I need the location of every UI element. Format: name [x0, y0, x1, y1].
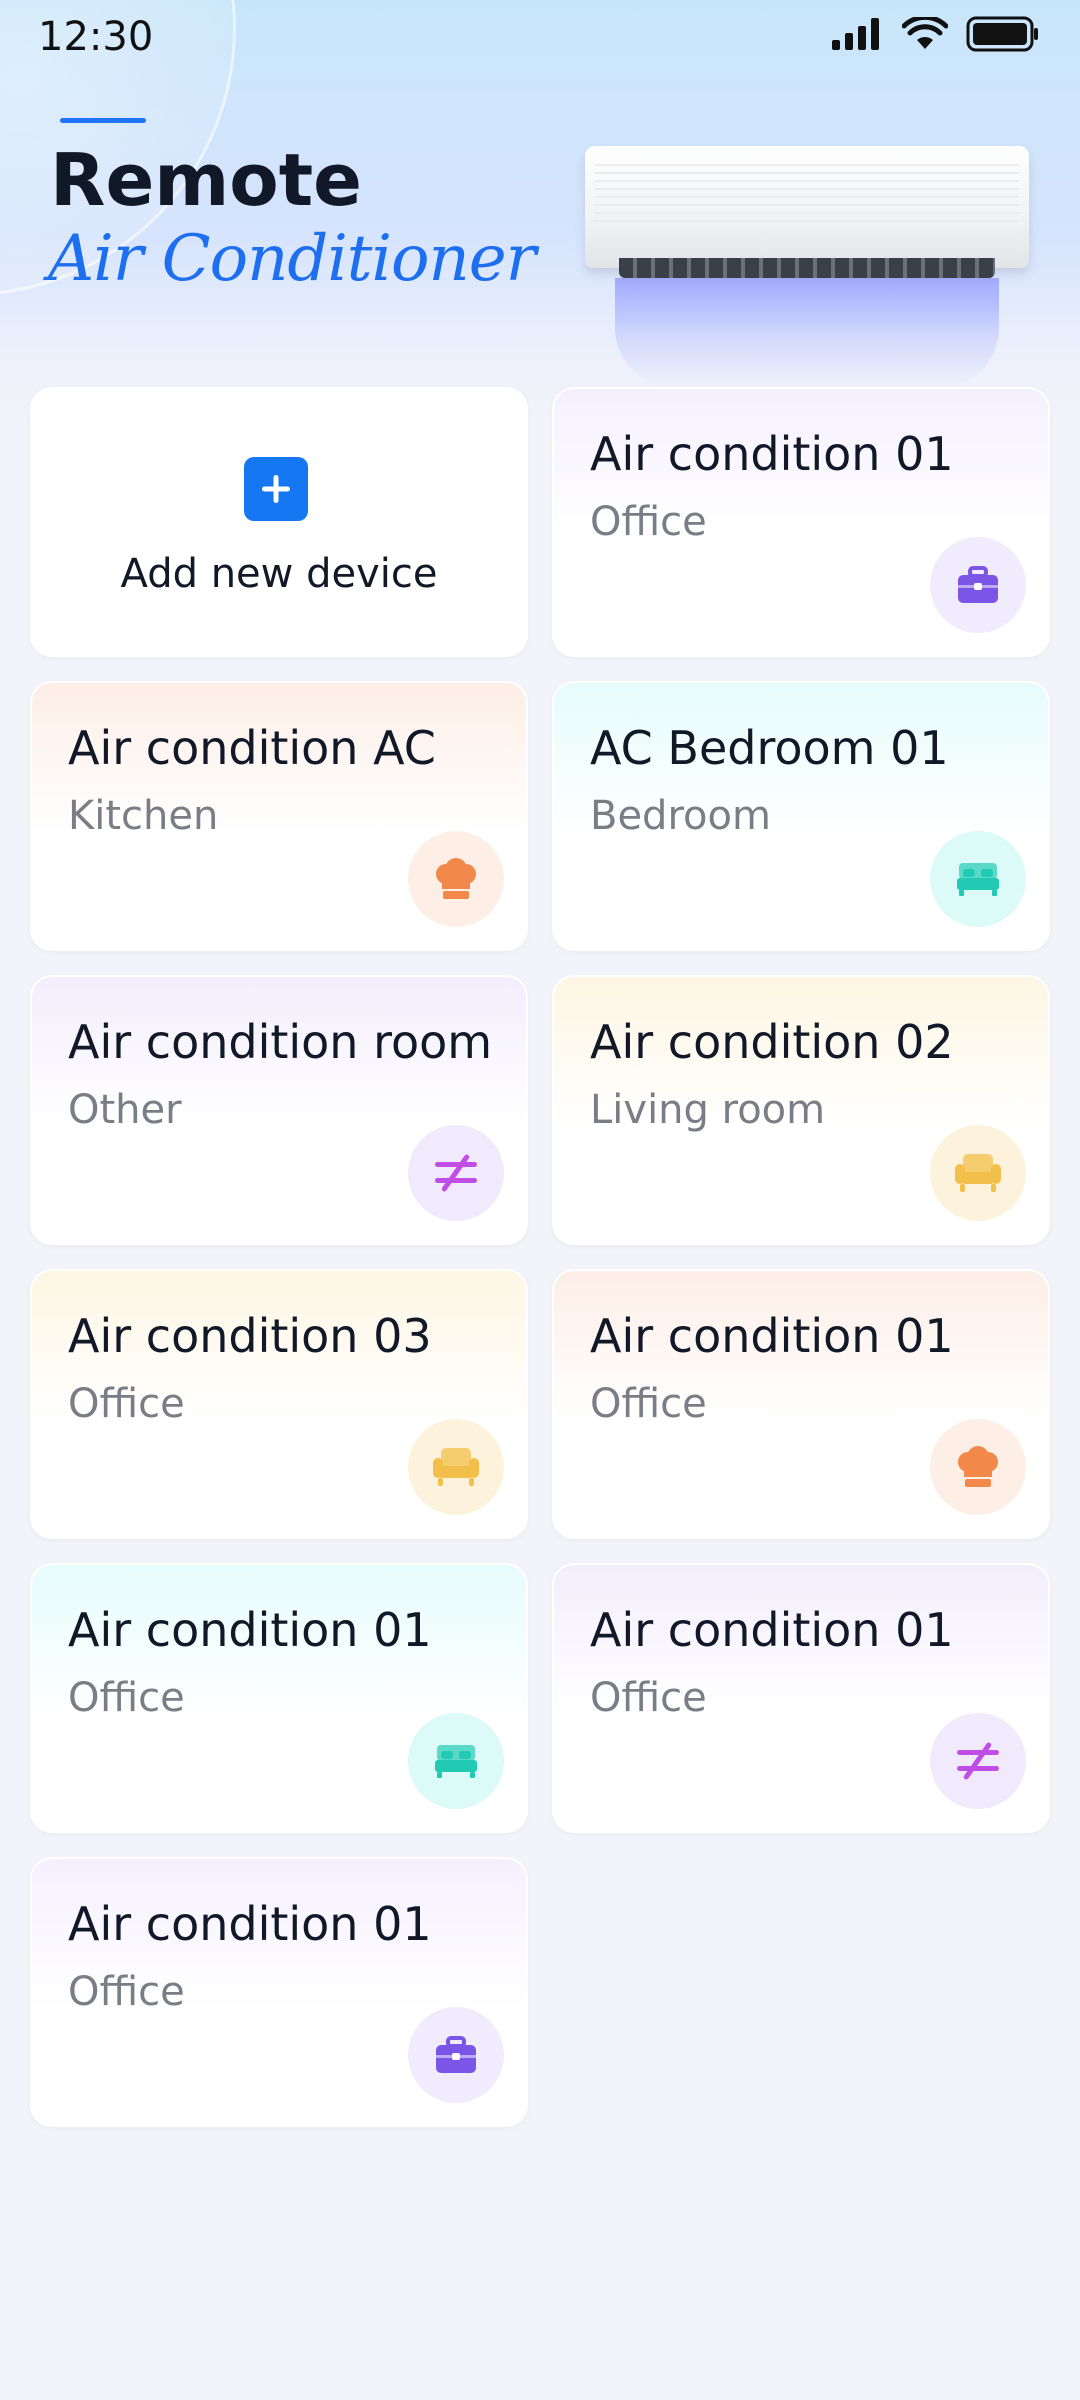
- plus-icon[interactable]: [244, 457, 308, 521]
- device-name: Air condition 01: [68, 1603, 432, 1657]
- status-time: 12:30: [38, 14, 154, 60]
- title-accent-line: [60, 118, 146, 123]
- add-device-label: Add new device: [120, 551, 438, 597]
- status-icons: [832, 14, 1040, 56]
- chef-hat-icon: [408, 831, 504, 927]
- device-card[interactable]: Air condition 02 Living room: [552, 975, 1050, 1245]
- air-conditioner-illustration: [585, 140, 1029, 388]
- not-equal-icon: [930, 1713, 1026, 1809]
- device-room: Office: [590, 499, 707, 545]
- app-screen: 12:30 Remote Air Conditioner Add new dev…: [0, 0, 1080, 2400]
- signal-icon: [832, 18, 884, 54]
- device-card[interactable]: Air condition 01 Office: [552, 1563, 1050, 1833]
- device-card[interactable]: Air condition 01 Office: [30, 1857, 528, 2127]
- device-name: Air condition 03: [68, 1309, 432, 1363]
- device-card[interactable]: Air condition room Other: [30, 975, 528, 1245]
- device-room: Office: [68, 1381, 185, 1427]
- device-name: Air condition room: [68, 1015, 493, 1069]
- device-name: Air condition 01: [590, 1603, 954, 1657]
- device-card[interactable]: Air condition 01 Office: [552, 1269, 1050, 1539]
- briefcase-icon: [930, 537, 1026, 633]
- status-bar: 12:30: [0, 0, 1080, 80]
- device-room: Office: [590, 1381, 707, 1427]
- chef-hat-icon: [930, 1419, 1026, 1515]
- device-room: Office: [68, 1969, 185, 2015]
- device-name: Air condition 02: [590, 1015, 954, 1069]
- device-card[interactable]: Air condition AC Kitchen: [30, 681, 528, 951]
- battery-icon: [966, 16, 1040, 56]
- bed-icon: [930, 831, 1026, 927]
- device-card[interactable]: Air condition 01 Office: [30, 1563, 528, 1833]
- bed-icon: [408, 1713, 504, 1809]
- device-room: Office: [590, 1675, 707, 1721]
- airflow-graphic: [615, 278, 999, 388]
- device-room: Office: [68, 1675, 185, 1721]
- ac-vent: [619, 258, 995, 278]
- device-room: Other: [68, 1087, 182, 1133]
- device-name: Air condition 01: [590, 1309, 954, 1363]
- device-card[interactable]: Air condition 01 Office: [552, 387, 1050, 657]
- add-device-card[interactable]: Add new device: [30, 387, 528, 657]
- not-equal-icon: [408, 1125, 504, 1221]
- armchair-icon: [930, 1125, 1026, 1221]
- briefcase-icon: [408, 2007, 504, 2103]
- armchair-icon: [408, 1419, 504, 1515]
- device-card[interactable]: AC Bedroom 01 Bedroom: [552, 681, 1050, 951]
- wifi-icon: [901, 14, 949, 55]
- device-name: Air condition AC: [68, 721, 436, 775]
- page-subtitle: Air Conditioner: [48, 222, 536, 296]
- device-room: Bedroom: [590, 793, 771, 839]
- device-name: AC Bedroom 01: [590, 721, 949, 775]
- device-name: Air condition 01: [590, 427, 954, 481]
- page-title: Remote: [50, 138, 363, 222]
- device-room: Kitchen: [68, 793, 219, 839]
- device-name: Air condition 01: [68, 1897, 432, 1951]
- device-card[interactable]: Air condition 03 Office: [30, 1269, 528, 1539]
- device-room: Living room: [590, 1087, 826, 1133]
